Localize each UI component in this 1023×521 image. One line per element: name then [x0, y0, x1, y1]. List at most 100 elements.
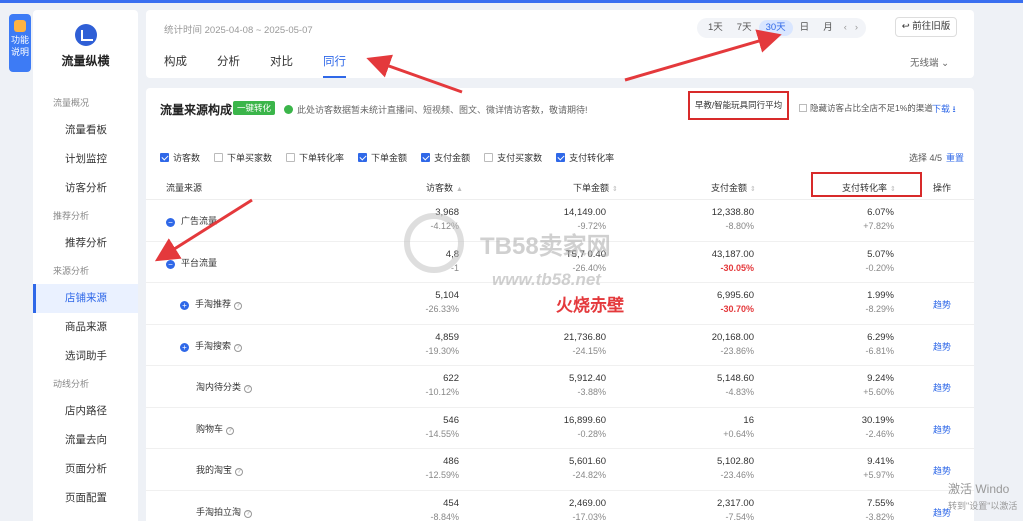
- metric-checkbox[interactable]: 支付转化率: [556, 151, 614, 164]
- metric-checkbox[interactable]: 下单转化率: [286, 151, 344, 164]
- tab[interactable]: 同行: [323, 53, 346, 78]
- sidebar-item[interactable]: 流量去向: [33, 426, 138, 455]
- cell-value: 6.29%: [867, 331, 894, 343]
- peer-average-select[interactable]: 早教/智能玩具同行平均: [688, 91, 789, 120]
- expand-toggle-icon[interactable]: +: [180, 342, 189, 352]
- value-cell: 14,149.00 -9.72%: [564, 207, 606, 231]
- tab[interactable]: 构成: [164, 53, 187, 78]
- tab[interactable]: 对比: [270, 53, 293, 78]
- old-version-button[interactable]: ↩ 前往旧版: [895, 17, 957, 37]
- select-count-text: 选择 4/5: [909, 153, 943, 163]
- top-accent-strip: [0, 0, 1023, 3]
- help-icon[interactable]: ?: [226, 426, 235, 435]
- value-cell: 5,912.40 -3.88%: [569, 373, 606, 397]
- sidebar-item[interactable]: 店内路径: [33, 397, 138, 426]
- sidebar-item[interactable]: 商品来源: [33, 313, 138, 342]
- checkbox-icon[interactable]: [160, 153, 169, 162]
- checkbox-icon[interactable]: [556, 153, 566, 162]
- sidebar-item[interactable]: 流量看板: [33, 116, 138, 145]
- cell-change: +7.82%: [863, 221, 894, 231]
- sidebar: 流量纵横 流量概况 流量看板 计划监控 访客分析 推荐分析 推荐分析 来源分析 店铺来源 商品来…: [33, 10, 138, 521]
- value-cell: 2,317.00 -7.54%: [717, 498, 754, 521]
- cell-value: 5,601.60: [569, 456, 606, 467]
- cell-change: -0.20%: [865, 262, 894, 273]
- range-option[interactable]: 日: [793, 20, 817, 36]
- metrics-checkboxes: 访客数 下单买家数 下单转化率 下单金额 支付金额 支付买家数 支付转化率: [160, 151, 628, 164]
- value-cell: 454 -8.84%: [430, 498, 459, 521]
- row-source-name: 手淘拍立淘?: [196, 505, 253, 518]
- source-label: 手淘拍立淘: [196, 506, 242, 517]
- sort-icon: ⇕: [612, 186, 618, 193]
- expand-toggle-icon[interactable]: +: [180, 301, 189, 310]
- help-icon[interactable]: ?: [234, 343, 243, 352]
- cell-value: 16: [743, 414, 754, 426]
- cell-value: 6.07%: [867, 207, 894, 218]
- range-option[interactable]: 7天: [730, 20, 759, 36]
- cell-value: 5.07%: [867, 248, 894, 260]
- checkbox-icon[interactable]: [358, 153, 368, 162]
- sidebar-item[interactable]: 页面配置: [33, 484, 138, 513]
- trend-link[interactable]: 趋势: [933, 340, 951, 353]
- help-icon[interactable]: ?: [234, 302, 243, 310]
- checkbox-icon[interactable]: [421, 153, 431, 162]
- metric-checkbox[interactable]: 下单金额: [358, 151, 407, 164]
- sidebar-title: 流量纵横: [61, 54, 110, 68]
- download-link[interactable]: 下载 ⭳: [932, 102, 956, 118]
- range-option[interactable]: 月: [816, 20, 840, 36]
- range-option[interactable]: 30天: [758, 20, 793, 36]
- checkbox-icon[interactable]: [214, 153, 224, 162]
- sidebar-item[interactable]: 访客分析: [33, 174, 138, 203]
- col-pay-amount[interactable]: 支付金额 ⇕: [711, 181, 756, 194]
- expand-toggle-icon[interactable]: −: [166, 259, 175, 269]
- sidebar-item[interactable]: 页面分析: [33, 455, 138, 484]
- cell-change: -26.33%: [425, 304, 459, 314]
- expand-toggle-icon[interactable]: −: [166, 218, 175, 227]
- sidebar-item[interactable]: 店铺来源: [33, 284, 138, 313]
- feature-help-badge[interactable]: 功能 说明: [9, 14, 31, 72]
- cell-value: 9.24%: [867, 373, 894, 384]
- metric-checkbox[interactable]: 下单买家数: [214, 151, 272, 164]
- trend-link[interactable]: 趋势: [933, 298, 951, 311]
- convert-button[interactable]: 一键转化: [233, 101, 276, 115]
- row-source-name: − 平台流量: [166, 256, 217, 269]
- value-cell: 21,736.80 -24.15%: [564, 332, 606, 356]
- cell-value: 1.99%: [867, 290, 894, 301]
- source-label: 广告流量: [181, 216, 218, 226]
- metric-checkbox[interactable]: 支付金额: [421, 151, 470, 164]
- metric-checkbox[interactable]: 支付买家数: [484, 151, 542, 164]
- sidebar-item[interactable]: 推荐分析: [33, 229, 138, 258]
- trend-link[interactable]: 趋势: [933, 381, 951, 394]
- cell-change: -9.72%: [577, 221, 606, 231]
- value-cell: 9.41% +5.97%: [863, 456, 894, 480]
- checkbox-icon[interactable]: [286, 153, 296, 162]
- sidebar-item[interactable]: 选词助手: [33, 342, 138, 371]
- terminal-select[interactable]: 无线端 ⌄: [910, 55, 949, 69]
- col-visitors[interactable]: 访客数 ▲: [426, 181, 463, 194]
- help-icon[interactable]: ?: [235, 468, 244, 476]
- sidebar-item[interactable]: 计划监控: [33, 145, 138, 174]
- activate-sub: 转到"设置"以激活: [948, 501, 1018, 511]
- next-arrow-icon[interactable]: ›: [851, 20, 862, 36]
- value-cell: 5,104 -26.33%: [425, 290, 459, 314]
- hide-low-visitors-toggle[interactable]: 隐藏访客占比全店不足1%的渠道: [799, 102, 933, 114]
- cell-value: 21,736.80: [563, 331, 606, 343]
- col-order-amount[interactable]: 下单金额 ⇕: [573, 181, 618, 194]
- value-cell: 486 -12.59%: [425, 456, 459, 480]
- help-icon[interactable]: ?: [244, 509, 253, 518]
- tab[interactable]: 分析: [217, 53, 240, 78]
- prev-arrow-icon[interactable]: ‹: [840, 20, 851, 36]
- cell-change: -10.12%: [425, 387, 459, 397]
- checkbox-icon[interactable]: [484, 153, 494, 162]
- range-option[interactable]: 1天: [701, 20, 730, 36]
- table-row: 购物车? 546 -14.55% 16,899.60 -0.28% 16 +0.64% 30.…: [146, 408, 974, 449]
- help-icon[interactable]: ?: [244, 385, 253, 393]
- trend-link[interactable]: 趋势: [933, 464, 951, 477]
- cell-value: 622: [443, 373, 459, 384]
- value-cell: 5.07% -0.20%: [865, 249, 894, 273]
- hide-checkbox[interactable]: [799, 104, 807, 112]
- reset-link[interactable]: 重置: [946, 153, 964, 163]
- trend-link[interactable]: 趋势: [933, 423, 951, 436]
- table-row: 手淘拍立淘? 454 -8.84% 2,469.00 -17.03% 2,317.00 -7…: [146, 491, 974, 521]
- metric-checkbox[interactable]: 访客数: [160, 151, 200, 164]
- value-cell: 16 +0.64%: [723, 415, 754, 439]
